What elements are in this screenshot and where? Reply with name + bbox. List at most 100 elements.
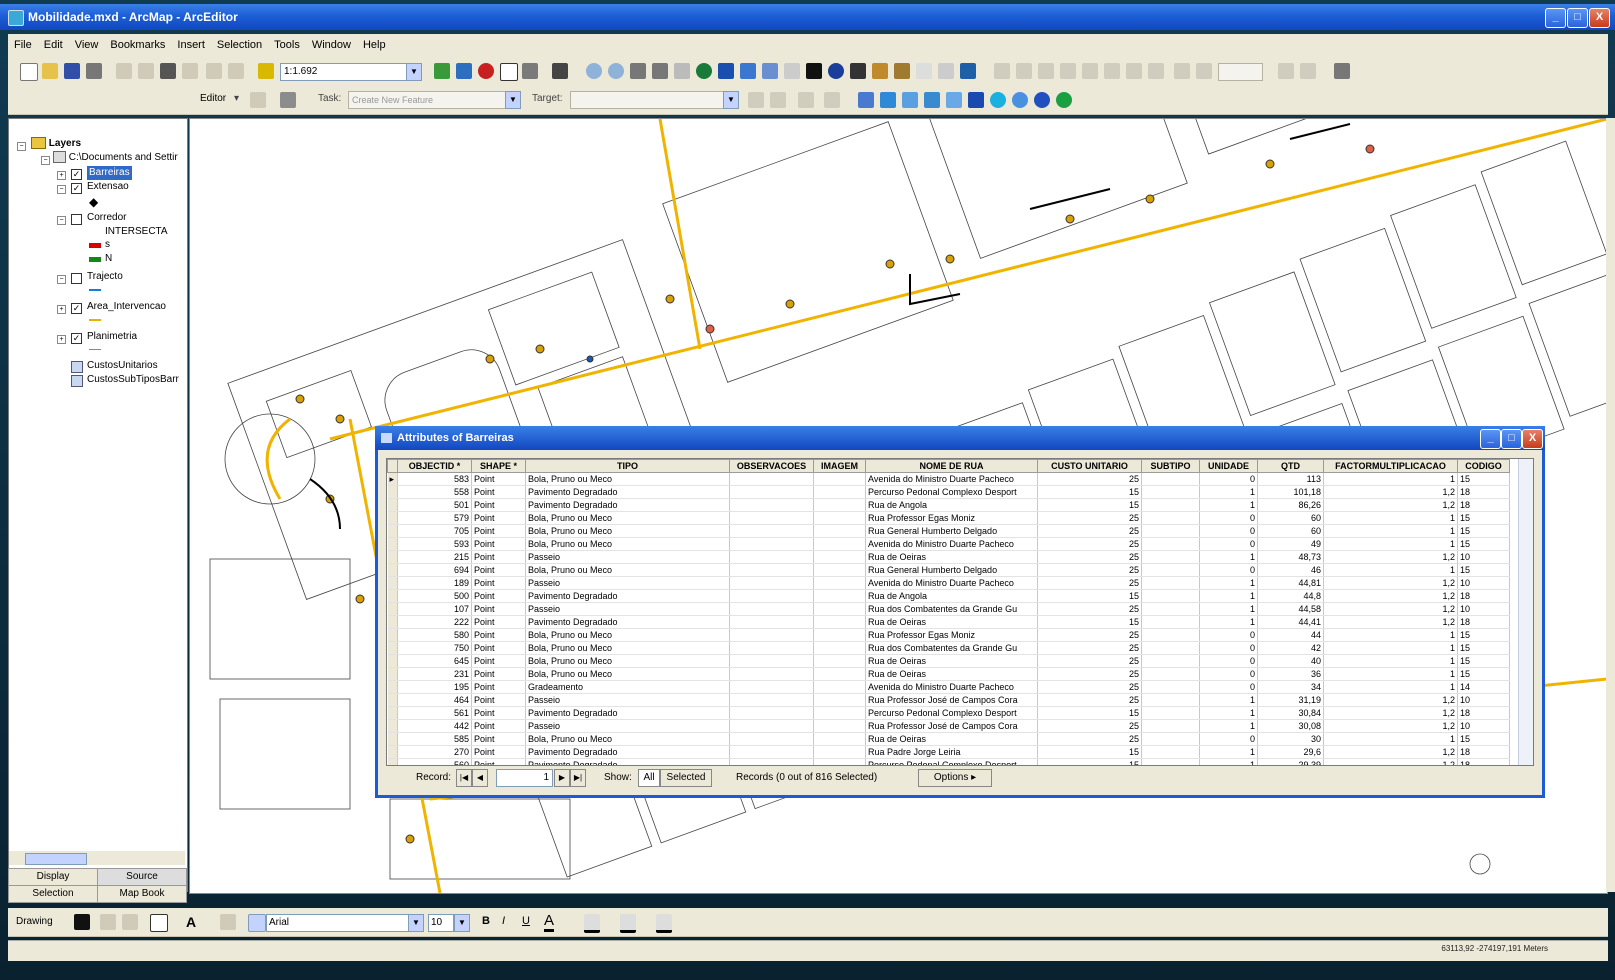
table-cell[interactable]: 464 (397, 693, 472, 707)
row-selector[interactable] (387, 641, 398, 655)
table-cell[interactable] (813, 667, 866, 681)
menu-insert[interactable]: Insert (171, 39, 211, 51)
model-builder-icon[interactable] (522, 63, 538, 79)
hyperlink-icon[interactable] (916, 63, 932, 79)
table-cell[interactable]: 694 (397, 563, 472, 577)
table-cell[interactable]: 0 (1199, 654, 1258, 668)
options-button[interactable]: Options ▸ (918, 769, 992, 787)
table-cell[interactable]: 34 (1257, 680, 1324, 694)
table-cell[interactable]: 25 (1037, 732, 1142, 746)
toc-layer-planimetria[interactable]: Planimetria (87, 330, 137, 344)
table-cell[interactable]: 1 (1199, 576, 1258, 590)
toc-table-custos[interactable]: CustosUnitarios (87, 359, 158, 373)
zoom-in-icon[interactable] (586, 63, 602, 79)
table-cell[interactable] (1141, 693, 1200, 707)
table-cell[interactable]: Point (471, 641, 526, 655)
save-icon[interactable] (64, 63, 80, 79)
table-cell[interactable]: 1 (1199, 615, 1258, 629)
table-row[interactable]: 442 Point Passeio Rua Professor José de Cam… (387, 719, 1510, 733)
font-color-button[interactable]: A (544, 912, 555, 932)
table-cell[interactable]: 10 (1457, 693, 1510, 707)
table-cell[interactable]: Bola, Pruno ou Meco (525, 524, 730, 538)
table-cell[interactable]: Passeio (525, 693, 730, 707)
forward-extent-icon[interactable] (740, 63, 756, 79)
table-cell[interactable]: 1 (1199, 758, 1258, 765)
row-selector[interactable] (387, 537, 398, 551)
command-line-icon[interactable] (500, 63, 518, 81)
table-cell[interactable]: 18 (1457, 589, 1510, 603)
table-cell[interactable]: 585 (397, 732, 472, 746)
folder-collapse-icon[interactable]: − (41, 156, 50, 165)
table-cell[interactable]: 25 (1037, 667, 1142, 681)
table-cell[interactable]: 1,2 (1323, 706, 1458, 720)
table-cell[interactable]: Rua dos Combatentes da Grande Gu (865, 641, 1038, 655)
table-cell[interactable]: 1 (1199, 693, 1258, 707)
trajecto-checkbox[interactable] (71, 273, 82, 284)
table-cell[interactable] (813, 589, 866, 603)
help-icon[interactable] (1056, 92, 1072, 108)
table-cell[interactable]: 25 (1037, 654, 1142, 668)
table-cell[interactable]: 60 (1257, 524, 1324, 538)
planimetria-expand-icon[interactable]: + (57, 335, 66, 344)
table-cell[interactable]: 30 (1257, 732, 1324, 746)
table-cell[interactable]: 215 (397, 550, 472, 564)
fill-color-icon[interactable] (584, 914, 600, 933)
table-cell[interactable]: 86,26 (1257, 498, 1324, 512)
barrier-tool-icon[interactable] (1012, 92, 1028, 108)
editor-toolbar-icon[interactable] (434, 63, 450, 79)
table-cell[interactable]: 25 (1037, 537, 1142, 551)
network-tool-1-icon[interactable] (858, 92, 874, 108)
table-cell[interactable]: 15 (1037, 498, 1142, 512)
zoom-whole-page-icon[interactable] (1060, 63, 1076, 79)
barreiras-checkbox[interactable]: ✓ (71, 169, 82, 180)
tab-display[interactable]: Display (8, 868, 98, 886)
toc-layer-extensao[interactable]: Extensao (87, 180, 129, 194)
row-selector[interactable] (387, 706, 398, 720)
table-cell[interactable] (1141, 485, 1200, 499)
clear-selection-icon[interactable] (784, 63, 800, 79)
pan-icon[interactable] (674, 63, 690, 79)
row-selector[interactable] (387, 576, 398, 590)
table-cell[interactable] (813, 537, 866, 551)
table-cell[interactable]: 1 (1323, 654, 1458, 668)
table-cell[interactable] (1141, 654, 1200, 668)
table-row[interactable]: 215 Point Passeio Rua de Oeiras 25 1 48,73 1,2 1… (387, 550, 1510, 564)
add-data-icon[interactable] (258, 63, 274, 79)
table-cell[interactable]: 1 (1323, 641, 1458, 655)
table-cell[interactable]: 593 (397, 537, 472, 551)
table-cell[interactable]: Point (471, 758, 526, 765)
table-cell[interactable]: Pavimento Degradado (525, 758, 730, 765)
table-cell[interactable]: Point (471, 537, 526, 551)
table-row[interactable]: 585 Point Bola, Pruno ou Meco Rua de Oeiras… (387, 732, 1510, 746)
table-cell[interactable]: 1 (1323, 667, 1458, 681)
table-row[interactable]: 560 Point Pavimento Degradado Percurso Pedo… (387, 758, 1510, 765)
table-cell[interactable]: Pavimento Degradado (525, 706, 730, 720)
tab-map-book[interactable]: Map Book (97, 885, 187, 903)
network-tool-6-icon[interactable] (968, 92, 984, 108)
table-cell[interactable]: 222 (397, 615, 472, 629)
area-expand-icon[interactable]: + (57, 305, 66, 314)
table-cell[interactable]: 25 (1037, 641, 1142, 655)
table-cell[interactable]: 1,2 (1323, 485, 1458, 499)
table-cell[interactable]: 44 (1257, 628, 1324, 642)
table-cell[interactable] (1141, 550, 1200, 564)
fixed-zoom-layout-icon[interactable] (1104, 63, 1120, 79)
table-cell[interactable]: 14 (1457, 680, 1510, 694)
table-row[interactable]: 500 Point Pavimento Degradado Rua de Angola… (387, 589, 1510, 603)
table-cell[interactable]: 40 (1257, 654, 1324, 668)
table-cell[interactable]: Point (471, 732, 526, 746)
table-cell[interactable]: Rua Professor Egas Moniz (865, 511, 1038, 525)
row-selector[interactable] (387, 602, 398, 616)
layout-zoom-out-icon[interactable] (1016, 63, 1032, 79)
table-cell[interactable]: 25 (1037, 602, 1142, 616)
table-cell[interactable]: Point (471, 485, 526, 499)
table-cell[interactable]: 15 (1037, 615, 1142, 629)
table-cell[interactable]: 580 (397, 628, 472, 642)
zoom-to-selected-icon[interactable] (122, 914, 138, 930)
split-tool-icon[interactable] (748, 92, 764, 108)
table-cell[interactable]: Point (471, 693, 526, 707)
table-cell[interactable]: 25 (1037, 576, 1142, 590)
table-cell[interactable]: Percurso Pedonal Complexo Desport (865, 758, 1038, 765)
table-row[interactable]: 694 Point Bola, Pruno ou Meco Rua General H… (387, 563, 1510, 577)
back-layout-icon[interactable] (1126, 63, 1142, 79)
